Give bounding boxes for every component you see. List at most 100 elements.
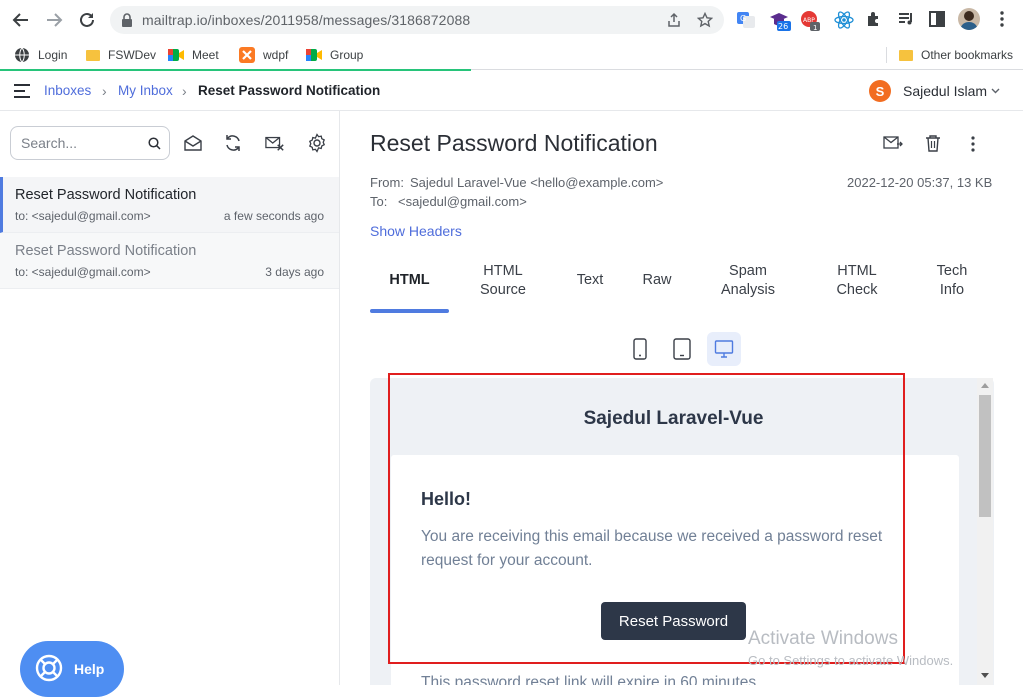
message-title: Reset Password Notification: [370, 130, 658, 156]
user-avatar[interactable]: S: [869, 80, 891, 102]
profile-avatar[interactable]: [958, 8, 980, 30]
adblock-extension-icon[interactable]: ABP 1: [800, 10, 820, 32]
google-meet-icon: [306, 49, 322, 61]
tab-tech-info[interactable]: Tech Info: [924, 262, 980, 300]
message-subject: Reset Password Notification: [15, 243, 197, 259]
annotation-highlight-box: [388, 373, 905, 664]
breadcrumb-inboxes[interactable]: Inboxes: [44, 83, 91, 98]
tab-label: Source: [480, 282, 526, 298]
message-row-selected[interactable]: Reset Password Notification to: <sajedul…: [0, 177, 339, 233]
tab-html-source[interactable]: HTML Source: [470, 262, 536, 300]
message-recipient: to: <sajedul@gmail.com>: [15, 265, 151, 279]
clear-inbox-icon[interactable]: [265, 133, 285, 153]
forward-email-icon[interactable]: [883, 135, 903, 151]
desktop-monitor-icon: [714, 340, 734, 358]
more-options-icon[interactable]: [968, 135, 978, 153]
browser-toolbar: mailtrap.io/inboxes/2011958/messages/318…: [0, 0, 1023, 40]
to-label: To:: [370, 194, 388, 209]
back-arrow-icon: [12, 13, 28, 27]
tab-text[interactable]: Text: [566, 271, 614, 290]
message-recipient: to: <sajedul@gmail.com>: [15, 209, 151, 223]
other-bookmarks[interactable]: Other bookmarks: [899, 45, 1013, 65]
message-date-size: 2022-12-20 05:37, 13 KB: [847, 175, 993, 190]
bookmark-login[interactable]: Login: [14, 45, 67, 65]
tab-spam-analysis[interactable]: Spam Analysis: [713, 262, 783, 300]
svg-text:G: G: [740, 14, 746, 23]
windows-activation-subtitle: Go to Settings to activate Windows.: [748, 653, 954, 668]
svg-text:26: 26: [778, 22, 788, 31]
browser-menu-icon[interactable]: [994, 10, 1014, 30]
scroll-up-arrow-icon[interactable]: [981, 382, 989, 388]
menu-icon[interactable]: [14, 84, 32, 98]
scroll-down-arrow-icon[interactable]: [981, 673, 989, 679]
tab-html-check[interactable]: HTML Check: [825, 262, 889, 300]
bookmarks-divider: [886, 47, 887, 63]
desktop-view-button[interactable]: [707, 332, 741, 366]
reload-button[interactable]: [75, 8, 99, 32]
chevron-down-icon[interactable]: [991, 88, 1000, 94]
lifebuoy-icon: [35, 654, 63, 682]
mobile-view-button[interactable]: [623, 332, 657, 366]
tab-label: Tech: [936, 263, 968, 279]
message-time: 3 days ago: [265, 265, 324, 279]
google-meet-icon: [168, 49, 184, 61]
tab-label: Check: [836, 282, 878, 298]
url-text: mailtrap.io/inboxes/2011958/messages/318…: [142, 12, 471, 28]
show-headers-link[interactable]: Show Headers: [370, 223, 462, 239]
tab-label: Info: [939, 282, 965, 298]
to-value: <sajedul@gmail.com>: [398, 194, 527, 209]
bookmark-group[interactable]: Group: [306, 45, 363, 65]
bookmark-meet[interactable]: Meet: [168, 45, 219, 65]
react-devtools-icon[interactable]: [834, 10, 854, 30]
windows-activation-title: Activate Windows: [748, 628, 898, 649]
message-row[interactable]: Reset Password Notification to: <sajedul…: [0, 233, 339, 289]
extensions-puzzle-icon[interactable]: [865, 10, 885, 30]
graduation-cap-extension-icon[interactable]: 26: [769, 10, 791, 31]
tab-html[interactable]: HTML: [370, 271, 449, 290]
share-icon[interactable]: [666, 12, 682, 28]
lock-icon: [122, 13, 132, 27]
bookmark-label: Meet: [192, 48, 219, 62]
side-panel-icon[interactable]: [928, 10, 948, 30]
settings-gear-icon[interactable]: [307, 133, 327, 153]
svg-text:1: 1: [813, 24, 817, 32]
folder-icon: [899, 49, 913, 61]
message-time: a few seconds ago: [223, 209, 324, 223]
bookmark-wdpf[interactable]: wdpf: [239, 45, 288, 65]
chevron-right-icon: ›: [102, 83, 107, 99]
bookmark-fswdev[interactable]: FSWDev: [86, 45, 156, 65]
bookmark-label: Other bookmarks: [921, 48, 1014, 62]
back-button[interactable]: [9, 8, 33, 32]
tab-raw[interactable]: Raw: [635, 271, 679, 290]
search-input[interactable]: Search...: [10, 126, 170, 160]
from-label: From:: [370, 175, 404, 190]
breadcrumb-current: Reset Password Notification: [198, 83, 381, 98]
refresh-icon[interactable]: [223, 133, 243, 153]
chevron-right-icon: ›: [182, 83, 187, 99]
active-tab-indicator: [370, 309, 449, 313]
tablet-view-button[interactable]: [665, 332, 699, 366]
scrollbar-thumb[interactable]: [979, 395, 991, 517]
user-menu[interactable]: Sajedul Islam: [903, 83, 987, 99]
bookmark-star-icon[interactable]: [697, 12, 713, 28]
trash-icon[interactable]: [925, 134, 941, 152]
media-queue-icon[interactable]: [897, 10, 917, 30]
folder-icon: [86, 49, 100, 61]
tab-label: Analysis: [721, 282, 775, 298]
address-bar[interactable]: mailtrap.io/inboxes/2011958/messages/318…: [110, 6, 724, 34]
from-value: Sajedul Laravel-Vue <hello@example.com>: [410, 175, 664, 190]
mobile-phone-icon: [633, 338, 647, 360]
forward-button[interactable]: [42, 8, 66, 32]
tab-label: HTML: [837, 263, 877, 279]
breadcrumb-my-inbox[interactable]: My Inbox: [118, 83, 173, 98]
help-button[interactable]: Help: [20, 641, 124, 697]
search-icon: [148, 137, 161, 150]
tab-label: Text: [576, 272, 604, 288]
xampp-icon: [239, 47, 255, 63]
tab-label: HTML: [483, 263, 523, 279]
mark-all-read-icon[interactable]: [183, 133, 203, 153]
google-translate-icon[interactable]: G: [736, 10, 756, 30]
bookmark-label: Group: [330, 48, 364, 62]
globe-icon: [15, 47, 29, 63]
bookmark-label: Login: [38, 48, 68, 62]
